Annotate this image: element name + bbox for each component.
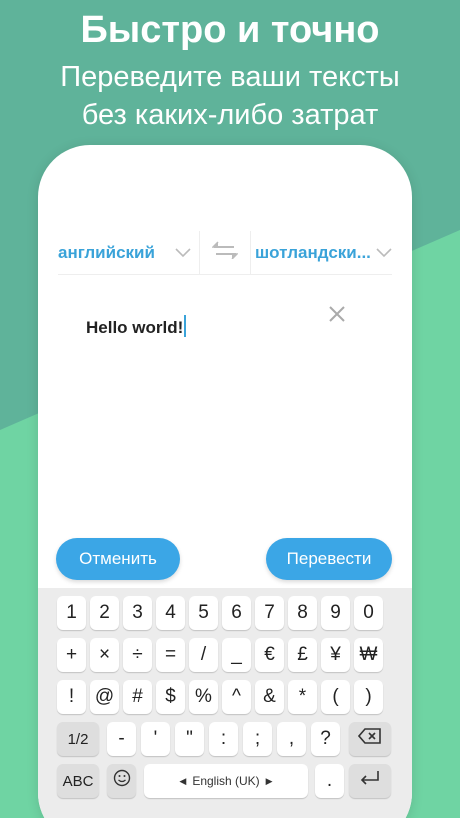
key-won[interactable]: ₩ bbox=[354, 638, 383, 672]
text-cursor bbox=[184, 315, 187, 337]
key-comma[interactable]: , bbox=[277, 722, 306, 756]
symbol-keyboard: 1 2 3 4 5 6 7 8 9 0 + × ÷ = / _ € £ ¥ ₩ … bbox=[38, 588, 412, 818]
emoji-key[interactable] bbox=[107, 764, 136, 798]
key-slash[interactable]: / bbox=[189, 638, 218, 672]
key-8[interactable]: 8 bbox=[288, 596, 317, 630]
promo-subtitle-line2: без каких-либо затрат bbox=[81, 99, 379, 131]
source-text-value: Hello world! bbox=[86, 318, 184, 337]
space-key[interactable]: ◀ English (UK) ▶ bbox=[144, 764, 308, 798]
close-icon bbox=[328, 306, 346, 327]
key-question[interactable]: ? bbox=[311, 722, 340, 756]
key-euro[interactable]: € bbox=[255, 638, 284, 672]
backspace-key[interactable] bbox=[349, 722, 391, 756]
key-9[interactable]: 9 bbox=[321, 596, 350, 630]
key-hash[interactable]: # bbox=[123, 680, 152, 714]
key-period[interactable]: . bbox=[315, 764, 344, 798]
target-language-label: шотландски... bbox=[255, 242, 371, 262]
key-pound[interactable]: £ bbox=[288, 638, 317, 672]
key-paren-close[interactable]: ) bbox=[354, 680, 383, 714]
key-underscore[interactable]: _ bbox=[222, 638, 251, 672]
key-at[interactable]: @ bbox=[90, 680, 119, 714]
source-text-input[interactable]: Hello world! bbox=[86, 315, 187, 338]
target-language-select[interactable]: шотландски... bbox=[250, 230, 392, 275]
key-abc[interactable]: ABC bbox=[57, 764, 99, 798]
key-multiply[interactable]: × bbox=[90, 638, 119, 672]
backspace-icon bbox=[357, 728, 382, 750]
enter-key[interactable] bbox=[349, 764, 391, 798]
key-5[interactable]: 5 bbox=[189, 596, 218, 630]
chevron-right-icon: ▶ bbox=[265, 775, 273, 786]
key-3[interactable]: 3 bbox=[123, 596, 152, 630]
translate-button[interactable]: Перевести bbox=[266, 538, 392, 580]
key-paren-open[interactable]: ( bbox=[321, 680, 350, 714]
key-equals[interactable]: = bbox=[156, 638, 185, 672]
key-percent[interactable]: % bbox=[189, 680, 218, 714]
smiley-icon bbox=[113, 769, 131, 793]
chevron-down-icon bbox=[376, 247, 392, 258]
promo-subtitle-line1: Переведите ваши тексты bbox=[60, 61, 400, 93]
key-apostrophe[interactable]: ' bbox=[141, 722, 170, 756]
key-7[interactable]: 7 bbox=[255, 596, 284, 630]
key-ampersand[interactable]: & bbox=[255, 680, 284, 714]
swap-languages-button[interactable] bbox=[200, 241, 250, 264]
key-asterisk[interactable]: * bbox=[288, 680, 317, 714]
key-quote[interactable]: " bbox=[175, 722, 204, 756]
key-page-toggle[interactable]: 1/2 bbox=[57, 722, 99, 756]
space-key-label: English (UK) bbox=[192, 774, 260, 788]
key-divide[interactable]: ÷ bbox=[123, 638, 152, 672]
chevron-left-icon: ◀ bbox=[179, 775, 187, 786]
key-6[interactable]: 6 bbox=[222, 596, 251, 630]
cancel-button[interactable]: Отменить bbox=[56, 538, 180, 580]
key-hyphen[interactable]: - bbox=[107, 722, 136, 756]
key-1[interactable]: 1 bbox=[57, 596, 86, 630]
enter-arrow-icon bbox=[359, 770, 381, 792]
promo-subtitle: Переведите ваши тексты без каких-либо за… bbox=[0, 58, 460, 134]
key-yen[interactable]: ¥ bbox=[321, 638, 350, 672]
clear-text-button[interactable] bbox=[328, 305, 346, 323]
key-4[interactable]: 4 bbox=[156, 596, 185, 630]
language-bar: английский шотландски... bbox=[58, 230, 392, 275]
chevron-down-icon bbox=[175, 247, 191, 258]
key-2[interactable]: 2 bbox=[90, 596, 119, 630]
key-plus[interactable]: + bbox=[57, 638, 86, 672]
key-caret[interactable]: ^ bbox=[222, 680, 251, 714]
source-language-select[interactable]: английский bbox=[58, 230, 200, 275]
key-semicolon[interactable]: ; bbox=[243, 722, 272, 756]
key-0[interactable]: 0 bbox=[354, 596, 383, 630]
swap-arrows-icon bbox=[211, 241, 239, 264]
key-dollar[interactable]: $ bbox=[156, 680, 185, 714]
phone-frame: английский шотландски... Hello world! От… bbox=[38, 145, 412, 818]
key-exclamation[interactable]: ! bbox=[57, 680, 86, 714]
key-colon[interactable]: : bbox=[209, 722, 238, 756]
promo-title: Быстро и точно bbox=[80, 9, 380, 51]
source-language-label: английский bbox=[58, 242, 155, 262]
